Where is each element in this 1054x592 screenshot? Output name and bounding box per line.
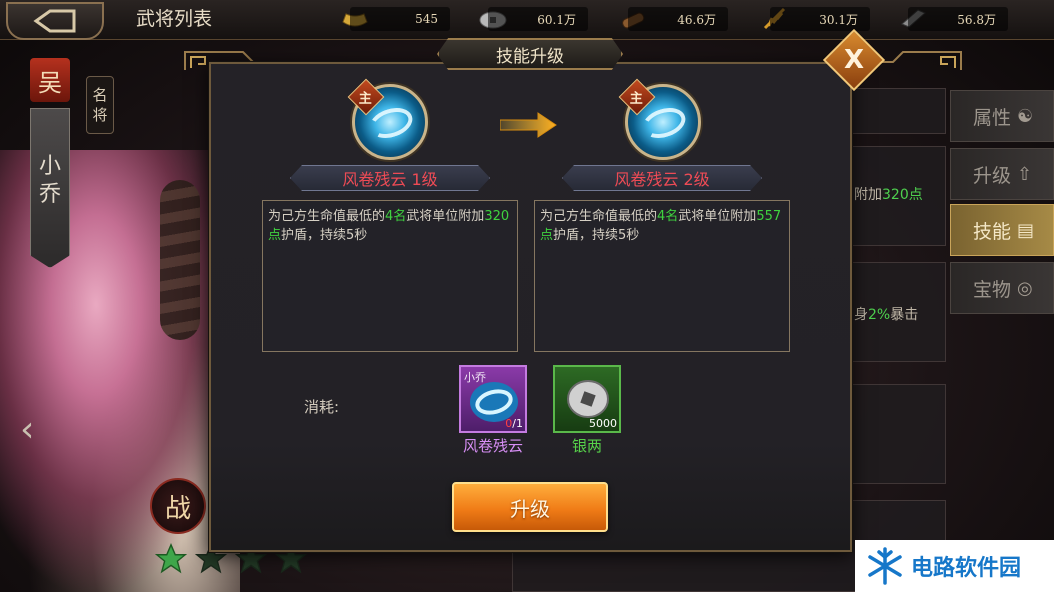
attribute-icon: ☯ bbox=[1017, 105, 1034, 127]
top-bar: 武将列表 545 60.1万 46.6万 30.1万 56.8万 bbox=[0, 0, 1054, 40]
back-button[interactable] bbox=[6, 2, 104, 40]
grain-count: 30.1万 bbox=[770, 7, 870, 31]
tab-attributes[interactable]: 属性 ☯ bbox=[950, 90, 1054, 142]
skill-fragment-item[interactable]: 小乔 0/1 bbox=[459, 365, 527, 433]
watermark-text: 电路软件园 bbox=[911, 556, 1022, 581]
star-icon-filled bbox=[154, 543, 188, 574]
current-skill-name: 风卷残云 1级 bbox=[290, 165, 490, 191]
whirlwind-icon bbox=[365, 102, 417, 144]
item-owner-label: 小乔 bbox=[464, 371, 486, 384]
silver-item[interactable]: 5000 bbox=[553, 365, 621, 433]
close-icon: X bbox=[843, 44, 865, 75]
watermark: 电路软件园 bbox=[855, 540, 1054, 592]
next-skill-description: 为己方生命值最低的4名武将单位附加557点护盾，持续5秒 bbox=[534, 200, 790, 352]
hero-name-char-1: 小 bbox=[38, 154, 61, 179]
cost-item-name: 银两 bbox=[571, 437, 602, 455]
wood-count: 46.6万 bbox=[628, 7, 728, 31]
tab-skill[interactable]: 技能 ▤ bbox=[950, 204, 1054, 256]
treasure-icon: ◎ bbox=[1017, 277, 1033, 299]
bg-skill-desc-1: 附加320点 bbox=[854, 187, 923, 203]
silver-count: 60.1万 bbox=[488, 7, 588, 31]
battle-power-badge: 战 bbox=[150, 478, 206, 534]
tab-upgrade[interactable]: 升级 ⇧ bbox=[950, 148, 1054, 200]
iron-count: 56.8万 bbox=[908, 7, 1008, 31]
tab-label: 技能 bbox=[973, 220, 1012, 243]
rank-badge-char-1: 名 bbox=[92, 86, 108, 104]
gold-count: 545 bbox=[350, 7, 450, 31]
snowflake-logo-icon bbox=[868, 547, 902, 585]
bg-skill-desc-2: 身2%暴击 bbox=[854, 307, 919, 323]
item-quantity: 5000 bbox=[589, 417, 617, 430]
prev-hero-arrow-icon[interactable]: ‹ bbox=[20, 410, 50, 450]
dialog-title: 技能升级 bbox=[437, 38, 623, 70]
upgrade-arrow-right-icon bbox=[500, 112, 557, 138]
upgrade-button[interactable]: 升级 bbox=[452, 482, 608, 532]
rank-badge: 名 将 bbox=[86, 76, 114, 134]
whirlwind-icon bbox=[638, 102, 690, 144]
skill-book-icon: ▤ bbox=[1017, 219, 1035, 241]
current-skill-description: 为己方生命值最低的4名武将单位附加320点护盾，持续5秒 bbox=[262, 200, 518, 352]
item-quantity: 0/1 bbox=[505, 417, 523, 430]
hero-braid-art bbox=[160, 180, 200, 340]
cost-label: 消耗: bbox=[304, 398, 340, 416]
faction-badge: 吴 bbox=[30, 58, 70, 102]
rank-badge-char-2: 将 bbox=[92, 106, 108, 124]
hero-name-char-2: 乔 bbox=[38, 182, 61, 207]
tab-treasure[interactable]: 宝物 ◎ bbox=[950, 262, 1054, 314]
back-arrow-icon bbox=[33, 9, 76, 33]
next-skill-name: 风卷残云 2级 bbox=[562, 165, 762, 191]
tab-label: 升级 bbox=[973, 164, 1012, 187]
hero-name-card: 小 乔 bbox=[30, 108, 70, 268]
tab-label: 属性 bbox=[973, 106, 1012, 129]
page-title: 武将列表 bbox=[136, 8, 213, 30]
tab-label: 宝物 bbox=[973, 278, 1012, 301]
upgrade-arrow-icon: ⇧ bbox=[1017, 163, 1033, 185]
cost-item-name: 风卷残云 bbox=[462, 437, 523, 455]
